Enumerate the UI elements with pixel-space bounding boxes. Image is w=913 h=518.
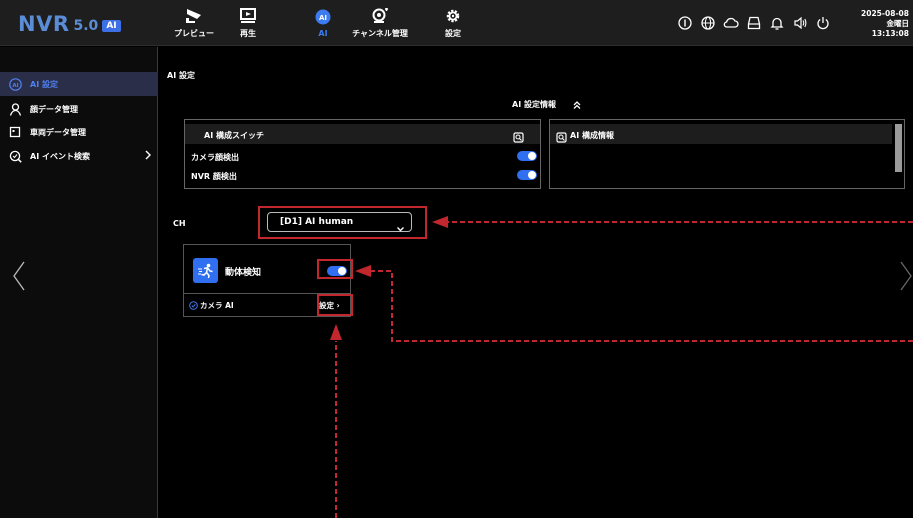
highlight-motion-toggle [317, 259, 353, 279]
sidebar-item-vehicle-data[interactable]: 車両データ管理 [0, 120, 158, 144]
svg-text:AI: AI [12, 83, 18, 89]
switch-row: カメラ顔検出 [185, 148, 540, 166]
info-panel-title: AI 構成情報 [570, 131, 614, 140]
info-section-header[interactable]: AI 設定情報 [512, 99, 582, 110]
clock: 2025-08-08 金曜日 13:13:08 [861, 9, 909, 39]
clock-time: 13:13:08 [871, 29, 909, 38]
sidebar-item-label: 車両データ管理 [30, 127, 86, 137]
ai-config-icon[interactable] [513, 128, 524, 147]
switch-panel-header: AI 構成スイッチ [185, 124, 540, 144]
sidebar-item-ai-event-search[interactable]: AI イベント検索 [0, 144, 158, 168]
nav-ai[interactable]: AI AI [310, 0, 336, 46]
sidebar-item-face-data[interactable]: 顔データ管理 [0, 97, 158, 121]
chevron-right-icon [144, 150, 152, 162]
svg-text:AI: AI [319, 14, 327, 22]
ai-info-icon [556, 128, 567, 147]
channel-label: CH [173, 219, 186, 228]
nav-channel[interactable]: チャンネル管理 [342, 0, 418, 46]
nav-label: チャンネル管理 [352, 28, 408, 38]
prev-page-arrow[interactable] [12, 261, 26, 295]
camera-face-detect-toggle[interactable] [517, 151, 537, 161]
storage-icon[interactable] [744, 13, 764, 33]
sidebar-item-label: 顔データ管理 [30, 104, 78, 114]
switch-row: NVR 顔検出 [185, 167, 540, 185]
info-panel-header: AI 構成情報 [550, 124, 892, 144]
person-icon [0, 102, 30, 116]
app-logo: NVR 5.0 AI [18, 12, 121, 36]
cloud-icon[interactable] [721, 13, 741, 33]
collapse-icon [573, 100, 581, 109]
nav-label: 再生 [240, 28, 256, 38]
switch-label: NVR 顔検出 [191, 172, 237, 181]
info-panel-scrollbar[interactable] [895, 124, 902, 172]
playback-icon [240, 7, 256, 23]
feature-name: 動体検知 [225, 268, 262, 278]
volume-icon[interactable] [790, 13, 810, 33]
nav-label: AI [318, 28, 328, 38]
clock-weekday: 金曜日 [886, 19, 910, 28]
vehicle-data-icon [0, 126, 30, 138]
ai-circle-icon: AI [0, 77, 30, 91]
gear-icon [446, 9, 460, 22]
next-page-arrow[interactable] [899, 261, 913, 295]
system-tray [675, 13, 836, 33]
sidebar-item-label: AI イベント検索 [30, 151, 90, 161]
clock-date: 2025-08-08 [861, 9, 909, 18]
logo-badge: AI [102, 20, 121, 32]
running-person-icon [193, 258, 218, 283]
feature-source-label: カメラ AI [200, 301, 234, 310]
page-title: AI 設定 [167, 71, 195, 80]
sidebar-item-label: AI 設定 [30, 79, 58, 89]
channel-camera-icon [372, 7, 388, 23]
check-circle-icon [189, 301, 198, 310]
logo-version: 5.0 [73, 18, 99, 34]
feature-source: カメラ AI [189, 300, 234, 311]
top-bar: NVR 5.0 AI プレビュー 再生 AI AI チャンネル管理 設定 202… [0, 0, 913, 46]
ai-switch-panel: AI 構成スイッチ カメラ顔検出 NVR 顔検出 [184, 119, 541, 189]
sidebar-item-ai-settings[interactable]: AI AI 設定 [0, 72, 158, 96]
power-icon[interactable] [813, 13, 833, 33]
nav-label: 設定 [445, 28, 461, 38]
ai-info-panel: AI 構成情報 [549, 119, 905, 189]
nav-preview[interactable]: プレビュー [172, 0, 216, 46]
nvr-face-detect-toggle[interactable] [517, 170, 537, 180]
info-section-title: AI 設定情報 [512, 100, 556, 109]
highlight-channel-select [258, 206, 427, 239]
ai-icon: AI [315, 9, 331, 24]
bell-icon[interactable] [767, 13, 787, 33]
nav-playback[interactable]: 再生 [233, 0, 263, 46]
globe-icon[interactable] [698, 13, 718, 33]
nav-label: プレビュー [174, 28, 214, 38]
camera-icon [186, 8, 201, 23]
nav-settings[interactable]: 設定 [438, 0, 468, 46]
switch-label: カメラ顔検出 [191, 153, 239, 162]
logo-name: NVR [18, 12, 70, 36]
highlight-settings-link [317, 294, 353, 316]
info-icon[interactable] [675, 13, 695, 33]
search-icon [0, 150, 30, 163]
switch-panel-title: AI 構成スイッチ [204, 131, 264, 140]
